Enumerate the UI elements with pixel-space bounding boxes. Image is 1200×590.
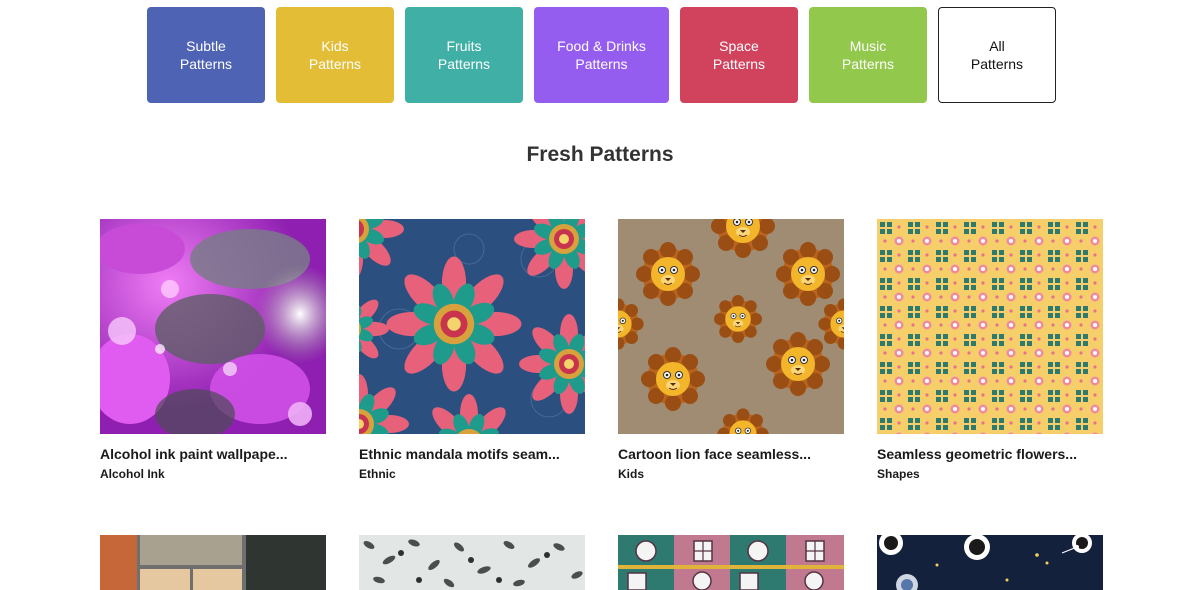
pattern-title[interactable]: Alcohol ink paint wallpape... — [100, 445, 326, 463]
category-label-line2: Patterns — [437, 56, 491, 72]
category-label-line2: Patterns — [712, 56, 766, 72]
pattern-category[interactable]: Ethnic — [359, 466, 585, 482]
pattern-thumbnail-windows-tiles[interactable] — [618, 535, 844, 590]
category-food-drinks-patterns[interactable]: Food & Drinks Patterns — [534, 7, 669, 103]
pattern-thumbnail-ethnic-mandala[interactable] — [359, 219, 585, 434]
pattern-category[interactable]: Shapes — [877, 466, 1103, 482]
category-space-patterns[interactable]: Space Patterns — [680, 7, 798, 103]
category-fruits-patterns[interactable]: Fruits Patterns — [405, 7, 523, 103]
category-label-line1: Fruits — [446, 38, 482, 54]
category-label-line1: Music — [849, 38, 887, 54]
category-nav: Subtle Patterns Kids Patterns Fruits Pat… — [147, 7, 1056, 103]
category-label-line2: Patterns — [970, 56, 1024, 72]
category-label-line1: Space — [719, 38, 759, 54]
category-label-line1: All — [989, 38, 1005, 54]
pattern-card[interactable]: Seamless geometric flowers... Shapes — [877, 219, 1103, 482]
category-label-line1: Kids — [321, 38, 349, 54]
pattern-category[interactable]: Kids — [618, 466, 844, 482]
category-all-patterns[interactable]: All Patterns — [938, 7, 1056, 103]
category-label-line1: Food & Drinks — [557, 38, 646, 54]
category-label-line2: Patterns — [575, 56, 628, 72]
category-label-line1: Subtle — [186, 38, 226, 54]
pattern-thumbnail-geometric-flowers[interactable] — [877, 219, 1103, 434]
pattern-thumbnail-space-astronauts[interactable] — [877, 535, 1103, 590]
category-music-patterns[interactable]: Music Patterns — [809, 7, 927, 103]
category-subtle-patterns[interactable]: Subtle Patterns — [147, 7, 265, 103]
category-label-line2: Patterns — [308, 56, 362, 72]
pattern-title[interactable]: Ethnic mandala motifs seam... — [359, 445, 585, 463]
pattern-card[interactable]: Cartoon lion face seamless... Kids — [618, 219, 844, 482]
page: Subtle Patterns Kids Patterns Fruits Pat… — [0, 0, 1200, 590]
pattern-card[interactable]: Ethnic mandala motifs seam... Ethnic — [359, 219, 585, 482]
pattern-card[interactable]: Alcohol ink paint wallpape... Alcohol In… — [100, 219, 326, 482]
pattern-thumbnail-abstract-blocks[interactable] — [100, 535, 326, 590]
category-label-line2: Patterns — [841, 56, 895, 72]
pattern-thumbnail-alcohol-ink[interactable] — [100, 219, 326, 434]
section-title: Fresh Patterns — [526, 143, 674, 166]
pattern-thumbnail-floral-sketch[interactable] — [359, 535, 585, 590]
category-label-line2: Patterns — [179, 56, 233, 72]
pattern-thumbnail-cartoon-lion[interactable] — [618, 219, 844, 434]
category-kids-patterns[interactable]: Kids Patterns — [276, 7, 394, 103]
pattern-title[interactable]: Seamless geometric flowers... — [877, 445, 1103, 463]
pattern-category[interactable]: Alcohol Ink — [100, 466, 326, 482]
pattern-title[interactable]: Cartoon lion face seamless... — [618, 445, 844, 463]
